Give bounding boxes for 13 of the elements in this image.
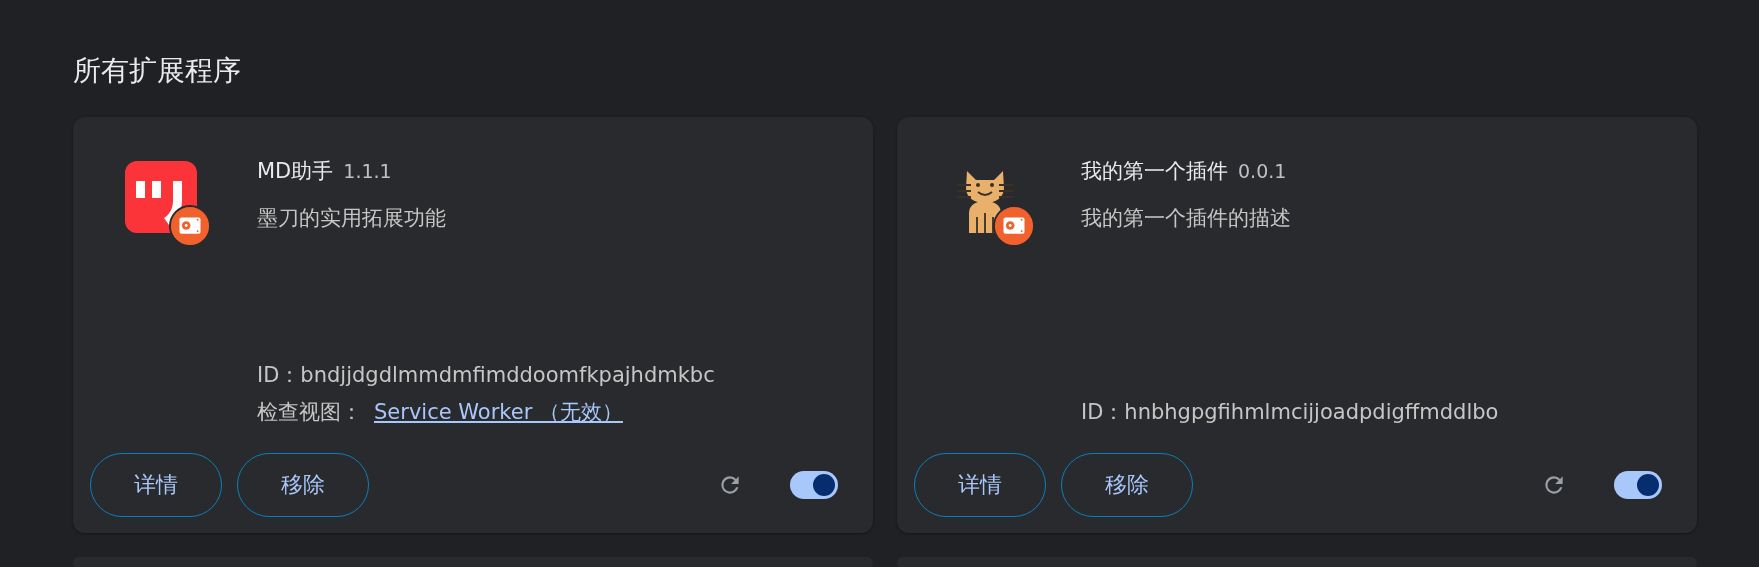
extension-description: 我的第一个插件的描述 bbox=[1081, 205, 1292, 232]
extension-version: 1.1.1 bbox=[343, 160, 392, 182]
extension-version: 0.0.1 bbox=[1238, 160, 1287, 182]
extension-description: 墨刀的实用拓展功能 bbox=[257, 205, 447, 232]
inspect-views-label: 检查视图： bbox=[257, 400, 362, 424]
extension-id: ID：bndjjdgdlmmdmfimddoomfkpajhdmkbc bbox=[257, 362, 716, 389]
extension-name: 我的第一个插件 bbox=[1081, 159, 1228, 183]
section-title: 所有扩展程序 bbox=[73, 53, 242, 89]
enable-toggle[interactable] bbox=[790, 470, 838, 499]
enable-toggle[interactable] bbox=[1614, 470, 1662, 499]
extension-name: MD助手 bbox=[257, 159, 334, 183]
service-worker-link[interactable]: Service Worker （无效） bbox=[374, 400, 623, 424]
extension-id: ID：hnbhgpgfihmlmcijjoadpdigffmddlbo bbox=[1081, 399, 1500, 426]
